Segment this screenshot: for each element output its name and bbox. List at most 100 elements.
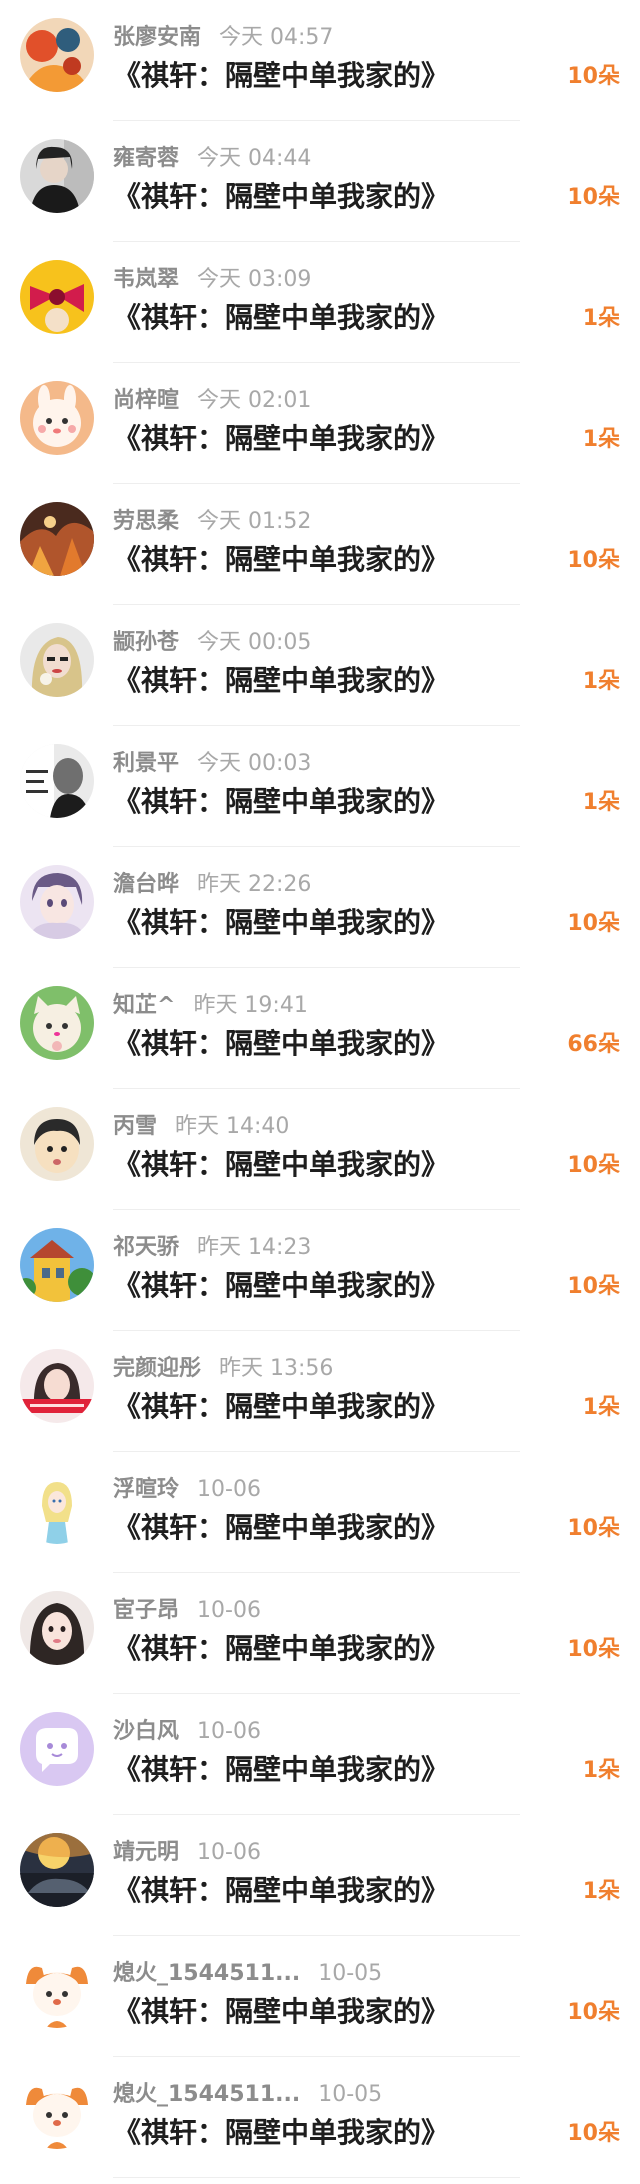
- princess-avatar[interactable]: [20, 1470, 94, 1544]
- book-title[interactable]: 《祺轩：隔壁中单我家的》: [113, 663, 449, 699]
- item-meta: 沙白风 10-06: [113, 1718, 261, 1746]
- list-item[interactable]: 丙雪 昨天 14:40 《祺轩：隔壁中单我家的》 10朵: [0, 1089, 640, 1210]
- anime-boy-avatar[interactable]: [20, 865, 94, 939]
- list-item[interactable]: 劳思柔 今天 01:52 《祺轩：隔壁中单我家的》 10朵: [0, 484, 640, 605]
- fire-scene-avatar[interactable]: [20, 502, 94, 576]
- list-item[interactable]: 韦岚翠 今天 03:09 《祺轩：隔壁中单我家的》 1朵: [0, 242, 640, 363]
- red-banner-girl-avatar[interactable]: [20, 1349, 94, 1423]
- user-name[interactable]: 熄火_1544511...: [113, 1961, 300, 1986]
- book-title[interactable]: 《祺轩：隔壁中单我家的》: [113, 1268, 449, 1304]
- flower-count: 1朵: [582, 790, 620, 815]
- user-name[interactable]: 祁天骄: [113, 1235, 179, 1260]
- list-item[interactable]: 熄火_1544511... 10-05 《祺轩：隔壁中单我家的》 10朵: [0, 2057, 640, 2178]
- user-name[interactable]: 浮暄玲: [113, 1477, 179, 1502]
- list-item[interactable]: 沙白风 10-06 《祺轩：隔壁中单我家的》 1朵: [0, 1694, 640, 1815]
- user-name[interactable]: 尚梓暄: [113, 388, 179, 413]
- orange-dog-avatar[interactable]: [20, 1954, 94, 2028]
- list-item[interactable]: 颛孙苍 今天 00:05 《祺轩：隔壁中单我家的》 1朵: [0, 605, 640, 726]
- list-item[interactable]: 利景平 今天 00:03 《祺轩：隔壁中单我家的》 1朵: [0, 726, 640, 847]
- item-meta: 丙雪 昨天 14:40: [113, 1113, 289, 1141]
- user-name[interactable]: 靖元明: [113, 1840, 179, 1865]
- book-title[interactable]: 《祺轩：隔壁中单我家的》: [113, 905, 449, 941]
- list-item[interactable]: 完颜迎彤 昨天 13:56 《祺轩：隔壁中单我家的》 1朵: [0, 1331, 640, 1452]
- book-title[interactable]: 《祺轩：隔壁中单我家的》: [113, 421, 449, 457]
- book-title[interactable]: 《祺轩：隔壁中单我家的》: [113, 58, 449, 94]
- blonde-girl-avatar[interactable]: [20, 623, 94, 697]
- list-item[interactable]: 雍寄蓉 今天 04:44 《祺轩：隔壁中单我家的》 10朵: [0, 121, 640, 242]
- list-item[interactable]: 知芷^ 昨天 19:41 《祺轩：隔壁中单我家的》 66朵: [0, 968, 640, 1089]
- dark-girl-avatar[interactable]: [20, 139, 94, 213]
- cute-bunny-avatar[interactable]: [20, 381, 94, 455]
- item-meta: 雍寄蓉 今天 04:44: [113, 145, 311, 173]
- item-meta: 张廖安南 今天 04:57: [113, 24, 333, 52]
- item-meta: 宦子昂 10-06: [113, 1597, 261, 1625]
- flower-count: 10朵: [567, 185, 620, 210]
- user-name[interactable]: 劳思柔: [113, 509, 179, 534]
- item-meta: 尚梓暄 今天 02:01: [113, 387, 311, 415]
- flower-count: 1朵: [582, 1758, 620, 1783]
- list-item[interactable]: 熄火_1544511... 10-05 《祺轩：隔壁中单我家的》 10朵: [0, 1936, 640, 2057]
- book-title[interactable]: 《祺轩：隔壁中单我家的》: [113, 1510, 449, 1546]
- flower-count: 1朵: [582, 1395, 620, 1420]
- yellow-house-avatar[interactable]: [20, 1228, 94, 1302]
- user-name[interactable]: 澹台晔: [113, 872, 179, 897]
- item-meta: 利景平 今天 00:03: [113, 750, 311, 778]
- purple-chat-avatar[interactable]: [20, 1712, 94, 1786]
- cartoon-kid-avatar[interactable]: [20, 1107, 94, 1181]
- flower-count: 10朵: [567, 1637, 620, 1662]
- timestamp: 今天 04:44: [197, 146, 312, 171]
- book-title[interactable]: 《祺轩：隔壁中单我家的》: [113, 1752, 449, 1788]
- list-item[interactable]: 张廖安南 今天 04:57 《祺轩：隔壁中单我家的》 10朵: [0, 0, 640, 121]
- girl-portrait-avatar[interactable]: [20, 1591, 94, 1665]
- item-meta: 靖元明 10-06: [113, 1839, 261, 1867]
- flower-count: 10朵: [567, 2121, 620, 2146]
- book-title[interactable]: 《祺轩：隔壁中单我家的》: [113, 1389, 449, 1425]
- list-item[interactable]: 宦子昂 10-06 《祺轩：隔壁中单我家的》 10朵: [0, 1573, 640, 1694]
- list-item[interactable]: 尚梓暄 今天 02:01 《祺轩：隔壁中单我家的》 1朵: [0, 363, 640, 484]
- timestamp: 今天 01:52: [197, 509, 312, 534]
- book-title[interactable]: 《祺轩：隔壁中单我家的》: [113, 1631, 449, 1667]
- pink-bow-avatar[interactable]: [20, 260, 94, 334]
- orange-abstract-avatar[interactable]: [20, 18, 94, 92]
- user-name[interactable]: 丙雪: [113, 1114, 157, 1139]
- book-title[interactable]: 《祺轩：隔壁中单我家的》: [113, 1026, 449, 1062]
- book-title[interactable]: 《祺轩：隔壁中单我家的》: [113, 1873, 449, 1909]
- timestamp: 昨天 22:26: [197, 872, 312, 897]
- flower-count: 10朵: [567, 911, 620, 936]
- book-title[interactable]: 《祺轩：隔壁中单我家的》: [113, 2115, 449, 2151]
- book-title[interactable]: 《祺轩：隔壁中单我家的》: [113, 1994, 449, 2030]
- item-meta: 澹台晔 昨天 22:26: [113, 871, 311, 899]
- cat-green-avatar[interactable]: [20, 986, 94, 1060]
- user-name[interactable]: 沙白风: [113, 1719, 179, 1744]
- list-item[interactable]: 祁天骄 昨天 14:23 《祺轩：隔壁中单我家的》 10朵: [0, 1210, 640, 1331]
- item-meta: 熄火_1544511... 10-05: [113, 2081, 382, 2109]
- user-name[interactable]: 张廖安南: [113, 25, 201, 50]
- book-title[interactable]: 《祺轩：隔壁中单我家的》: [113, 179, 449, 215]
- user-name[interactable]: 雍寄蓉: [113, 146, 179, 171]
- user-name[interactable]: 颛孙苍: [113, 630, 179, 655]
- book-title[interactable]: 《祺轩：隔壁中单我家的》: [113, 1147, 449, 1183]
- list-item[interactable]: 澹台晔 昨天 22:26 《祺轩：隔壁中单我家的》 10朵: [0, 847, 640, 968]
- sunset-car-avatar[interactable]: [20, 1833, 94, 1907]
- item-meta: 知芷^ 昨天 19:41: [113, 992, 308, 1020]
- timestamp: 昨天 19:41: [193, 993, 308, 1018]
- user-name[interactable]: 完颜迎彤: [113, 1356, 201, 1381]
- user-name[interactable]: 利景平: [113, 751, 179, 776]
- user-name[interactable]: 熄火_1544511...: [113, 2082, 300, 2107]
- user-name[interactable]: 韦岚翠: [113, 267, 179, 292]
- book-title[interactable]: 《祺轩：隔壁中单我家的》: [113, 542, 449, 578]
- item-meta: 祁天骄 昨天 14:23: [113, 1234, 311, 1262]
- book-title[interactable]: 《祺轩：隔壁中单我家的》: [113, 300, 449, 336]
- item-meta: 颛孙苍 今天 00:05: [113, 629, 311, 657]
- user-name[interactable]: 知芷^: [113, 993, 175, 1018]
- book-title[interactable]: 《祺轩：隔壁中单我家的》: [113, 784, 449, 820]
- list-item[interactable]: 浮暄玲 10-06 《祺轩：隔壁中单我家的》 10朵: [0, 1452, 640, 1573]
- timestamp: 今天 03:09: [197, 267, 312, 292]
- item-meta: 韦岚翠 今天 03:09: [113, 266, 311, 294]
- orange-dog-avatar[interactable]: [20, 2075, 94, 2149]
- bw-man-avatar[interactable]: [20, 744, 94, 818]
- user-name[interactable]: 宦子昂: [113, 1598, 179, 1623]
- list-item[interactable]: 靖元明 10-06 《祺轩：隔壁中单我家的》 1朵: [0, 1815, 640, 1936]
- timestamp: 10-06: [197, 1598, 261, 1623]
- flower-count: 1朵: [582, 1879, 620, 1904]
